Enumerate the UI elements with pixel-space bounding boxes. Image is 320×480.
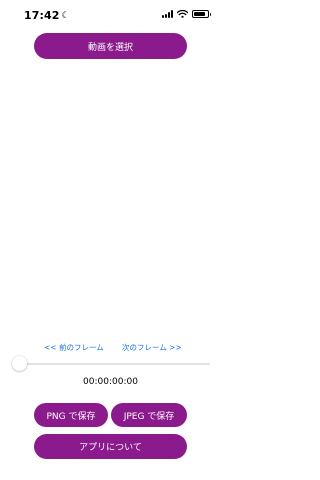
slider-thumb[interactable] — [12, 356, 27, 371]
cellular-signal-icon — [162, 10, 173, 18]
save-jpeg-button[interactable]: JPEG で保存 — [111, 403, 187, 427]
status-time: 17:42 ☾ — [24, 9, 70, 22]
select-video-button[interactable]: 動画を選択 — [34, 33, 187, 59]
about-app-button[interactable]: アプリについて — [34, 434, 187, 459]
battery-fill — [194, 12, 206, 16]
status-time-text: 17:42 — [24, 9, 60, 22]
frame-slider[interactable] — [12, 355, 210, 373]
save-png-button[interactable]: PNG で保存 — [34, 403, 108, 427]
status-icons — [162, 10, 211, 18]
previous-frame-link[interactable]: << 前のフレーム — [44, 342, 104, 353]
wifi-icon — [177, 10, 188, 18]
battery-icon — [192, 10, 211, 18]
next-frame-link[interactable]: 次のフレーム >> — [122, 342, 182, 353]
slider-track[interactable] — [12, 363, 210, 365]
status-bar: 17:42 ☾ — [0, 0, 221, 30]
timecode-label: 00:00:00:00 — [83, 377, 138, 387]
moon-icon: ☾ — [61, 11, 70, 21]
